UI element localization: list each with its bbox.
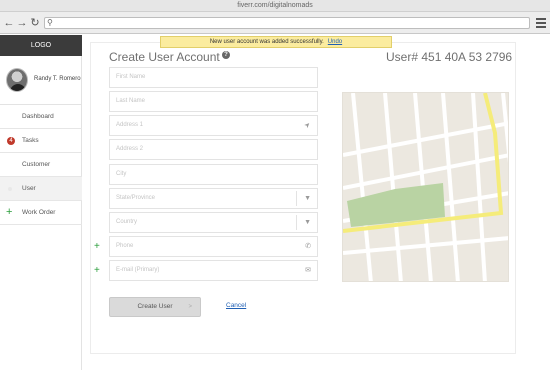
sidebar-item-dashboard[interactable]: Dashboard [0,105,82,129]
sidebar-item-label: Customer [22,161,51,168]
field-placeholder: E-mail (Primary) [116,267,160,273]
sidebar-item-user[interactable]: User [0,177,82,201]
browser-toolbar: ← → ↻ ⚲ [0,12,550,34]
avatar [6,68,28,92]
success-banner: New user account was added successfully.… [160,36,392,48]
address-2-field[interactable]: Address 2 [109,139,318,160]
sidebar-item-label: User [22,185,36,192]
last-name-field[interactable]: Last Name [109,91,318,112]
field-placeholder: Address 2 [116,146,144,152]
reload-icon[interactable]: ↻ [29,16,41,30]
city-field[interactable]: City [109,164,318,185]
field-placeholder: Address 1 [116,122,144,128]
undo-link[interactable]: Undo [328,39,342,45]
plus-icon: + [6,206,13,218]
sidebar-item-label: Dashboard [22,113,54,120]
sidebar: LOGO Randy T. Romero Dashboard 4 Tasks C… [0,35,82,370]
address-bar[interactable]: ⚲ [44,17,530,29]
email-field[interactable]: E-mail (Primary) ✉ [109,260,318,281]
field-placeholder: Country [116,219,138,225]
address-1-field[interactable]: Address 1 ➤ [109,115,318,136]
user-profile[interactable]: Randy T. Romero [0,65,82,105]
help-icon[interactable]: ? [222,51,230,59]
chevron-right-icon: > [188,304,192,310]
dropdown-triangle-icon: ▼ [304,195,311,202]
forward-arrow-icon[interactable]: → [16,16,28,30]
sidebar-item-label: Tasks [22,137,39,144]
user-name: Randy T. Romero [34,76,81,82]
mail-icon: ✉ [305,267,311,274]
location-map[interactable] [342,92,509,282]
country-select[interactable]: Country ▼ [109,212,318,233]
map-graphic [343,93,508,281]
user-id-label: User# 451 40A 53 2796 [386,50,513,64]
add-phone-plus-icon[interactable]: + [94,242,100,252]
sidebar-item-customer[interactable]: Customer [0,153,82,177]
browser-title: fiverr.com/digitalnomads [237,2,313,9]
field-placeholder: Last Name [116,98,146,104]
banner-message: New user account was added successfully. [209,39,324,45]
browser-title-bar: fiverr.com/digitalnomads [0,0,550,12]
search-icon: ⚲ [47,18,53,27]
location-arrow-icon[interactable]: ➤ [299,117,317,135]
page-title: Create User Account [109,50,220,64]
sidebar-item-tasks[interactable]: 4 Tasks [0,129,82,153]
sidebar-item-work-order[interactable]: + Work Order [0,201,82,225]
field-placeholder: City [116,171,127,177]
sidebar-item-label: Work Order [22,209,56,216]
logo[interactable]: LOGO [0,35,82,56]
task-count-badge: 4 [7,137,15,145]
hamburger-icon[interactable] [536,18,546,28]
back-arrow-icon[interactable]: ← [3,16,15,30]
dropdown-triangle-icon: ▼ [304,219,311,226]
active-indicator-icon [8,187,12,191]
create-user-label: Create User [137,303,173,310]
cancel-link[interactable]: Cancel [226,302,246,309]
first-name-field[interactable]: First Name [109,67,318,88]
phone-field[interactable]: Phone ✆ [109,236,318,257]
state-province-select[interactable]: State/Province ▼ [109,188,318,209]
phone-icon: ✆ [305,243,311,250]
create-user-button[interactable]: Create User > [109,297,201,317]
add-email-plus-icon[interactable]: + [94,266,100,276]
field-placeholder: Phone [116,243,134,249]
field-placeholder: First Name [116,74,146,80]
field-placeholder: State/Province [116,195,156,201]
